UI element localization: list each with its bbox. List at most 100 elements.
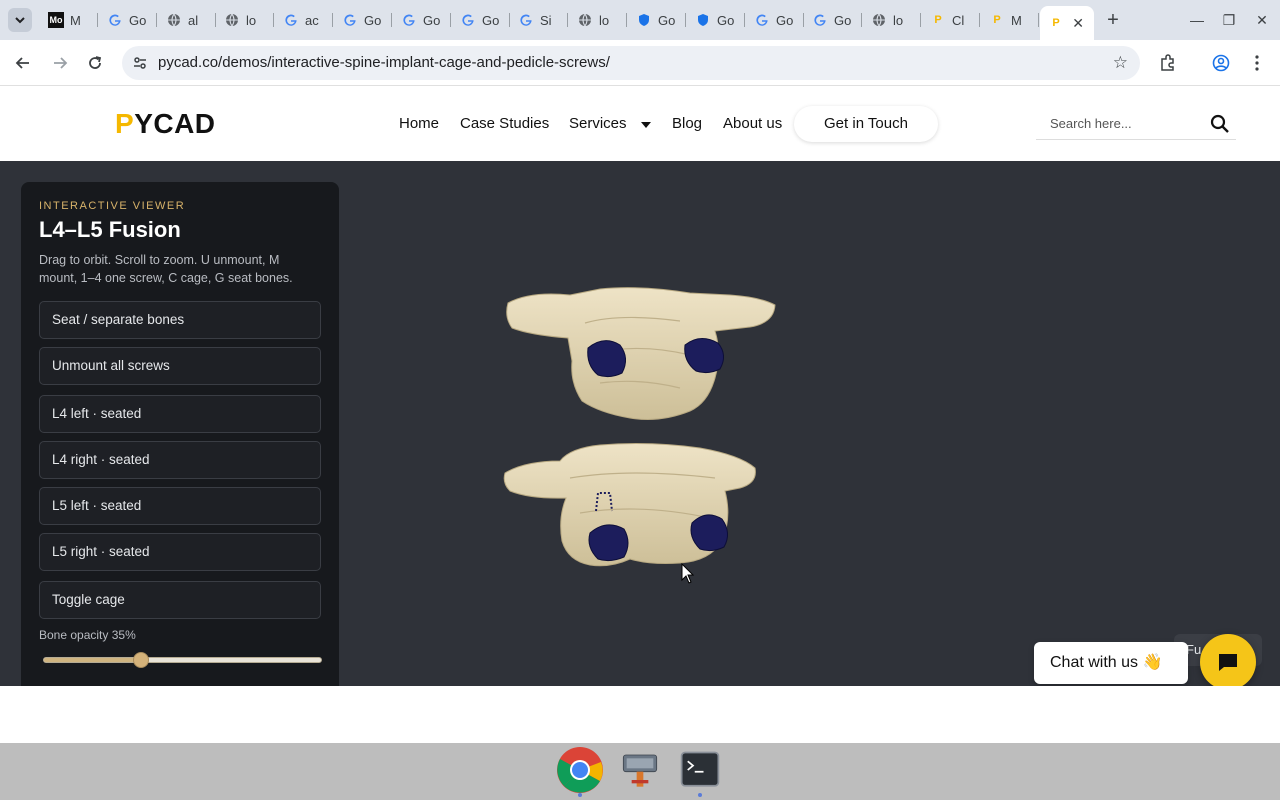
disk-utility-icon[interactable] (616, 746, 664, 794)
tab-title: Go (423, 12, 441, 28)
browser-tab[interactable]: ac (275, 6, 333, 34)
unmount-screws-button[interactable]: Unmount all screws (39, 347, 321, 385)
nav-home[interactable]: Home (399, 115, 439, 132)
site-info-icon[interactable] (132, 55, 148, 71)
close-window-button[interactable]: ✕ (1251, 9, 1273, 31)
tab-title: Si (540, 12, 552, 28)
tab-title: lo (893, 12, 904, 28)
caret-down-icon[interactable] (641, 122, 651, 128)
running-indicator (698, 793, 702, 797)
tab-title: Go (129, 12, 147, 28)
nav-case-studies[interactable]: Case Studies (460, 115, 549, 132)
toggle-cage-button[interactable]: Toggle cage (39, 581, 321, 619)
close-tab-icon[interactable]: ✕ (1072, 15, 1084, 32)
chat-with-us-bubble[interactable]: Chat with us 👋 (1034, 642, 1188, 684)
chrome-icon[interactable] (556, 746, 604, 797)
terminal-icon[interactable] (676, 746, 724, 797)
google-favicon-icon (518, 12, 534, 28)
l5-left-screw-button[interactable]: L5 left · seated (39, 487, 321, 525)
site-search (1036, 108, 1236, 140)
browser-tab[interactable]: PM (981, 6, 1039, 34)
seat-bones-button[interactable]: Seat / separate bones (39, 301, 321, 339)
browser-tab[interactable]: al (158, 6, 216, 34)
extensions-button[interactable] (1156, 51, 1180, 75)
google-favicon-icon (342, 12, 358, 28)
chevron-down-icon (15, 17, 25, 24)
browser-tab[interactable]: Go (393, 6, 451, 34)
nav-about[interactable]: About us (723, 115, 782, 132)
pycad-logo[interactable]: PYCAD (115, 108, 216, 140)
google-favicon-icon (812, 12, 828, 28)
kebab-menu-icon (1255, 55, 1259, 71)
spine-3d-viewer[interactable]: INTERACTIVE VIEWER L4–L5 Fusion Drag to … (0, 161, 1280, 690)
browser-tab[interactable]: Si (510, 6, 568, 34)
minimize-window-button[interactable]: — (1186, 9, 1208, 31)
nav-services[interactable]: Services (569, 115, 627, 132)
restore-window-button[interactable]: ❐ (1218, 9, 1240, 31)
pedicle-screw-l5-right[interactable] (690, 514, 728, 552)
tab-title: lo (599, 12, 610, 28)
search-input[interactable] (1036, 108, 1196, 138)
bookmark-star-icon[interactable]: ☆ (1113, 53, 1128, 73)
browser-tab[interactable]: lo (863, 6, 921, 34)
reload-button[interactable] (83, 51, 107, 75)
browser-tab[interactable]: Go (99, 6, 157, 34)
nav-blog[interactable]: Blog (672, 115, 702, 132)
chat-icon (1219, 654, 1237, 671)
browser-tab[interactable]: P Cl (922, 6, 980, 34)
get-in-touch-button[interactable]: Get in Touch (794, 106, 938, 142)
chat-launcher-button[interactable] (1200, 634, 1256, 690)
tab-title: Cl (952, 12, 965, 28)
control-panel: INTERACTIVE VIEWER L4–L5 Fusion Drag to … (21, 182, 339, 686)
globe-favicon-icon (871, 12, 887, 28)
pycad-favicon-icon: P (993, 14, 1001, 26)
search-icon[interactable] (1210, 114, 1230, 134)
bone-opacity-slider[interactable] (43, 652, 322, 668)
browser-tab[interactable]: Go (628, 6, 686, 34)
bone-opacity-label: Bone opacity 35% (39, 628, 136, 642)
desktop-dock (0, 743, 1280, 800)
browser-tab-active[interactable]: P ✕ (1040, 6, 1094, 40)
url-text[interactable]: pycad.co/demos/interactive-spine-implant… (158, 54, 610, 71)
globe-favicon-icon (224, 12, 240, 28)
slider-handle[interactable] (132, 652, 149, 668)
browser-tab[interactable]: lo (216, 6, 274, 34)
page-below-viewer (0, 686, 1280, 743)
forward-button[interactable] (48, 51, 72, 75)
browser-tab[interactable]: lo (569, 6, 627, 34)
shield-favicon-icon (695, 12, 711, 28)
tab-title: M (1011, 12, 1022, 28)
google-favicon-icon (401, 12, 417, 28)
back-button[interactable] (11, 51, 35, 75)
browser-tab[interactable]: Go (452, 6, 510, 34)
viewer-eyebrow: INTERACTIVE VIEWER (39, 200, 186, 212)
tab-title: M (70, 12, 81, 28)
browser-tab[interactable]: Go (334, 6, 392, 34)
pycad-favicon-icon: P (1052, 17, 1060, 29)
browser-tab[interactable]: Mo M (40, 6, 98, 34)
tab-search-button[interactable] (8, 8, 32, 32)
vertebrae-model[interactable] (500, 283, 785, 578)
l4-left-screw-button[interactable]: L4 left · seated (39, 395, 321, 433)
terminal-logo (680, 751, 720, 787)
site-header: PYCAD Home Case Studies Services Blog Ab… (0, 86, 1280, 161)
browser-tab[interactable]: Go (804, 6, 862, 34)
arrow-right-icon (54, 57, 68, 69)
tab-title: Go (717, 12, 735, 28)
logo-p: P (115, 108, 135, 139)
waving-hand-icon: 👋 (1142, 654, 1163, 671)
tab-title: Go (364, 12, 382, 28)
browser-tab[interactable]: Go (687, 6, 745, 34)
l5-right-screw-button[interactable]: L5 right · seated (39, 533, 321, 571)
chat-label: Chat with us (1050, 654, 1139, 671)
browser-tab[interactable]: Go (746, 6, 804, 34)
browser-menu-button[interactable] (1245, 51, 1269, 75)
l4-right-screw-button[interactable]: L4 right · seated (39, 441, 321, 479)
new-tab-button[interactable]: + (1102, 9, 1124, 31)
tab-title: al (188, 12, 199, 28)
google-favicon-icon (283, 12, 299, 28)
globe-favicon-icon (577, 12, 593, 28)
google-favicon-icon (754, 12, 770, 28)
profile-button[interactable] (1209, 51, 1233, 75)
address-bar[interactable]: pycad.co/demos/interactive-spine-implant… (122, 46, 1140, 80)
